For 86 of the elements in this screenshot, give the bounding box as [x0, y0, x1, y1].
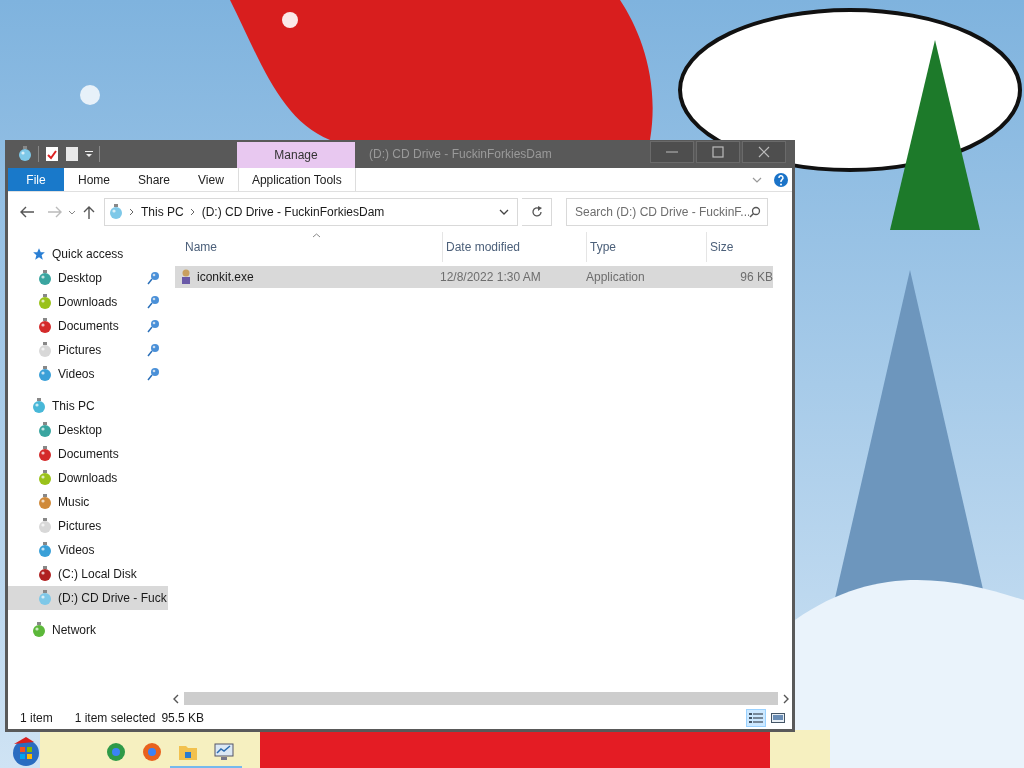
up-icon[interactable]: [82, 204, 96, 220]
nav-item[interactable]: Downloads: [8, 290, 168, 314]
search-icon: [749, 206, 761, 218]
nav-item[interactable]: Documents: [8, 442, 168, 466]
file-row[interactable]: iconkit.exe 12/8/2022 1:30 AM Application 96 KB: [175, 266, 773, 288]
ornament-icon: [38, 566, 52, 582]
ornament-icon: [32, 398, 46, 414]
ornament-icon: [38, 542, 52, 558]
properties-icon[interactable]: [45, 146, 59, 162]
column-header[interactable]: Size: [707, 232, 787, 262]
window-title: (D:) CD Drive - FuckinForkiesDam: [368, 146, 553, 163]
nav-item[interactable]: This PC: [8, 394, 168, 418]
nav-item[interactable]: Downloads: [8, 466, 168, 490]
new-folder-icon[interactable]: [65, 146, 79, 162]
ornament-icon: [38, 590, 52, 606]
close-icon: [758, 146, 770, 158]
horizontal-scrollbar[interactable]: [172, 690, 790, 707]
column-header[interactable]: Name: [182, 232, 443, 262]
app-icon: [179, 269, 193, 285]
file-name: iconkit.exe: [197, 269, 254, 286]
ornament-icon: [38, 366, 52, 382]
nav-item[interactable]: Pictures: [8, 338, 168, 362]
ornament-icon: [18, 146, 32, 162]
context-tab-group: Manage: [237, 142, 355, 168]
details-view-button[interactable]: [746, 709, 766, 727]
pin-icon: [146, 367, 160, 381]
monitor-icon[interactable]: [214, 742, 234, 761]
date-cell-text: 12/8/2022 1:30 AM: [439, 269, 542, 286]
nav-item[interactable]: Music: [8, 490, 168, 514]
refresh-button[interactable]: [522, 198, 552, 226]
ornament-icon: [38, 270, 52, 286]
ornament-icon: [38, 470, 52, 486]
file-tab[interactable]: File: [8, 168, 64, 191]
star-icon: [32, 247, 46, 261]
ornament-icon: [38, 422, 52, 438]
back-icon[interactable]: [18, 205, 36, 219]
dropdown-icon[interactable]: [85, 150, 93, 158]
column-header[interactable]: Date modified: [443, 232, 587, 262]
ribbon-tab[interactable]: Share: [124, 168, 185, 191]
ornament-icon: [109, 204, 123, 220]
breadcrumb[interactable]: (D:) CD Drive - FuckinForkiesDam: [201, 203, 385, 221]
details-icon: [749, 712, 763, 724]
nav-item[interactable]: (C:) Local Disk: [8, 562, 168, 586]
breadcrumb[interactable]: This PC: [141, 203, 184, 221]
selection-info: 1 item selected: [74, 710, 156, 727]
app-icon[interactable]: [142, 741, 162, 762]
minimize-button[interactable]: [650, 141, 694, 163]
pin-icon: [146, 319, 160, 333]
maximize-button[interactable]: [696, 141, 740, 163]
ornament-icon: [38, 318, 52, 334]
close-button[interactable]: [742, 141, 786, 163]
nav-item[interactable]: Documents: [8, 314, 168, 338]
nav-item[interactable]: Desktop: [8, 266, 168, 290]
search-field[interactable]: Search (D:) CD Drive - FuckinF...: [566, 198, 768, 226]
nav-item[interactable]: Videos: [8, 362, 168, 386]
separator-icon: [189, 208, 196, 216]
pin-icon: [146, 295, 160, 309]
refresh-icon: [530, 206, 543, 218]
size-cell-text: 96 KB: [739, 269, 773, 286]
item-count: 1 item: [20, 710, 53, 727]
nav-item[interactable]: Network: [8, 618, 168, 642]
nav-item[interactable]: Desktop: [8, 418, 168, 442]
app-icon[interactable]: [106, 741, 126, 762]
selection-size: 95.5 KB: [161, 710, 205, 727]
ribbon-tab[interactable]: Application Tools: [237, 168, 356, 191]
ribbon-tab[interactable]: View: [184, 168, 238, 191]
thumbnail-icon: [771, 712, 785, 724]
ornament-icon: [32, 622, 46, 638]
address-bar[interactable]: This PC (D:) CD Drive - FuckinForkiesDam: [104, 198, 518, 226]
nav-item[interactable]: Videos: [8, 538, 168, 562]
column-header[interactable]: Type: [587, 232, 707, 262]
ornament-icon: [38, 294, 52, 310]
nav-item[interactable]: Pictures: [8, 514, 168, 538]
ornament-icon: [38, 518, 52, 534]
maximize-icon: [712, 146, 724, 158]
separator-icon: [129, 208, 135, 216]
dropdown-icon[interactable]: [499, 207, 509, 217]
type-cell-text: Application: [585, 269, 646, 286]
ornament-icon: [38, 446, 52, 462]
pin-icon: [146, 343, 160, 357]
ornament-icon: [38, 342, 52, 358]
ribbon-tab[interactable]: Home: [64, 168, 124, 191]
nav-item[interactable]: (D:) CD Drive - Fuck: [8, 586, 168, 610]
pin-icon: [146, 271, 160, 285]
ornament-icon: [38, 494, 52, 510]
nav-item[interactable]: Quick access: [8, 242, 168, 266]
